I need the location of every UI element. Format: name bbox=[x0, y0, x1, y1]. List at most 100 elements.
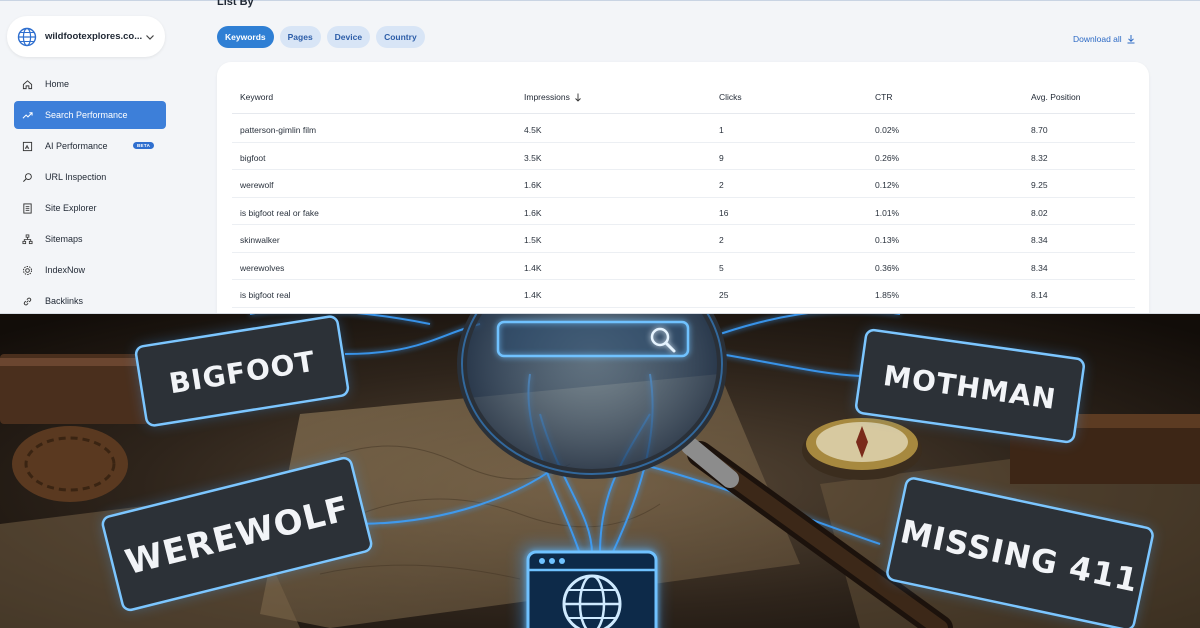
link-icon bbox=[23, 297, 32, 305]
avg-position-cell: 8.32 bbox=[1031, 152, 1048, 163]
keyword-cell: is bigfoot real bbox=[240, 290, 291, 300]
search-console-panel: wildfootexplores.co... Home Search Perfo… bbox=[0, 0, 1200, 314]
table-row[interactable]: is bigfoot real 1.4K 25 1.85% 8.14 bbox=[232, 280, 1135, 308]
clicks-cell: 16 bbox=[719, 207, 729, 218]
avg-position-cell: 8.34 bbox=[1031, 235, 1048, 245]
avg-position-cell: 8.70 bbox=[1031, 125, 1048, 135]
home-icon bbox=[22, 79, 33, 89]
tab-device[interactable]: Device bbox=[326, 26, 371, 48]
browser-globe-icon bbox=[520, 544, 660, 628]
table-row[interactable]: werewolves 1.4K 5 0.36% 8.34 bbox=[232, 253, 1135, 280]
clicks-cell: 2 bbox=[719, 180, 724, 190]
column-label: Avg. Position bbox=[1031, 92, 1081, 102]
sidebar-item-label: Sitemaps bbox=[45, 234, 83, 244]
sidebar-item-sitemaps[interactable]: Sitemaps bbox=[14, 225, 166, 253]
sidebar-item-site-explorer[interactable]: Site Explorer bbox=[14, 194, 166, 222]
ctr-cell: 1.85% bbox=[875, 290, 900, 300]
download-all-button[interactable]: Download all bbox=[1073, 34, 1136, 44]
keyword-cell: werewolves bbox=[240, 262, 285, 273]
column-header-clicks[interactable]: Clicks bbox=[719, 92, 742, 102]
column-header-keyword[interactable]: Keyword bbox=[240, 92, 273, 102]
table-row[interactable]: bigfoot 3.5K 9 0.26% 8.32 bbox=[232, 143, 1135, 170]
sidebar-item-search-performance[interactable]: Search Performance bbox=[14, 101, 166, 129]
sidebar-item-label: Search Performance bbox=[45, 110, 128, 120]
impressions-cell: 1.4K bbox=[524, 290, 542, 300]
keyword-cell: werewolf bbox=[240, 180, 274, 190]
clicks-cell: 1 bbox=[719, 125, 724, 135]
keyword-cell: bigfoot bbox=[240, 152, 266, 163]
impressions-cell: 1.4K bbox=[524, 262, 542, 273]
site-name: wildfootexplores.co... bbox=[45, 31, 143, 42]
column-header-ctr[interactable]: CTR bbox=[875, 92, 892, 102]
avg-position-cell: 9.25 bbox=[1031, 180, 1048, 190]
keyword-cell: patterson-gimlin film bbox=[240, 125, 317, 135]
ctr-cell: 0.12% bbox=[875, 180, 900, 190]
tab-keywords[interactable]: Keywords bbox=[217, 26, 274, 48]
sidebar-item-url-inspection[interactable]: URL Inspection bbox=[14, 163, 166, 191]
sidebar-item-indexnow[interactable]: IndexNow bbox=[14, 256, 166, 284]
impressions-cell: 3.5K bbox=[524, 152, 542, 163]
sidebar-item-ai-performance[interactable]: AI Performance BETA bbox=[14, 132, 166, 160]
cryptid-search-illustration: BIGFOOT MOTHMAN WEREWOLF MISSING 411 bbox=[0, 314, 1200, 628]
column-label: Keyword bbox=[240, 92, 274, 102]
sidebar-item-home[interactable]: Home bbox=[14, 70, 166, 98]
download-icon bbox=[1127, 35, 1135, 44]
sidebar: wildfootexplores.co... Home Search Perfo… bbox=[0, 0, 178, 313]
site-selector[interactable]: wildfootexplores.co... bbox=[7, 16, 165, 57]
ctr-cell: 0.26% bbox=[875, 152, 900, 163]
table-row[interactable]: patterson-gimlin film 4.5K 1 0.02% 8.70 bbox=[232, 115, 1135, 143]
ctr-cell: 1.01% bbox=[875, 207, 900, 218]
sidebar-item-label: URL Inspection bbox=[45, 172, 107, 182]
tab-country[interactable]: Country bbox=[376, 26, 425, 48]
ctr-cell: 0.02% bbox=[875, 125, 900, 135]
sort-down-arrow-icon bbox=[575, 93, 581, 102]
list-by-title: List By bbox=[217, 0, 254, 8]
gear-icon bbox=[22, 265, 33, 275]
table-row[interactable]: skinwalker 1.5K 2 0.13% 8.34 bbox=[232, 225, 1135, 253]
impressions-cell: 1.5K bbox=[524, 235, 542, 245]
impressions-cell: 1.6K bbox=[524, 207, 542, 218]
avg-position-cell: 8.14 bbox=[1031, 290, 1048, 300]
download-all-label: Download all bbox=[1073, 34, 1122, 44]
old-book bbox=[0, 354, 150, 424]
sidebar-item-label: IndexNow bbox=[45, 265, 86, 275]
table-row[interactable]: is bigfoot real or fake 1.6K 16 1.01% 8.… bbox=[232, 198, 1135, 225]
beta-badge: BETA bbox=[133, 142, 155, 149]
column-header-avg-position[interactable]: Avg. Position bbox=[1031, 92, 1080, 102]
globe-icon bbox=[17, 27, 37, 46]
sidebar-item-label: AI Performance bbox=[45, 141, 108, 151]
sidebar-item-backlinks[interactable]: Backlinks bbox=[14, 287, 166, 313]
glowing-search-bar bbox=[496, 320, 690, 358]
column-label: CTR bbox=[875, 92, 893, 102]
keywords-table-card: Keyword Impressions Clicks CTR Avg. Posi… bbox=[217, 62, 1149, 313]
illustration-canvas: BIGFOOT MOTHMAN WEREWOLF MISSING 411 bbox=[0, 314, 1200, 628]
sidebar-item-label: Home bbox=[45, 79, 70, 89]
keyword-cell: is bigfoot real or fake bbox=[240, 207, 319, 218]
document-icon bbox=[23, 202, 32, 214]
sidebar-item-label: Backlinks bbox=[45, 296, 84, 306]
ctr-cell: 0.13% bbox=[875, 235, 900, 245]
impressions-cell: 1.6K bbox=[524, 180, 542, 190]
chevron-down-icon bbox=[146, 34, 154, 40]
trend-icon bbox=[22, 111, 33, 119]
avg-position-cell: 8.34 bbox=[1031, 262, 1048, 273]
table-header: Keyword Impressions Clicks CTR Avg. Posi… bbox=[232, 80, 1135, 114]
sidebar-nav: Home Search Performance AI Performance B… bbox=[14, 70, 166, 313]
table-row[interactable]: werewolf 1.6K 2 0.12% 9.25 bbox=[232, 170, 1135, 198]
clicks-cell: 5 bbox=[719, 262, 724, 273]
pine-cone bbox=[12, 426, 128, 502]
keyword-cell: skinwalker bbox=[240, 235, 280, 245]
ctr-cell: 0.36% bbox=[875, 262, 900, 273]
sitemap-icon bbox=[22, 234, 33, 244]
sidebar-item-label: Site Explorer bbox=[45, 203, 97, 213]
ai-icon bbox=[22, 141, 33, 151]
clicks-cell: 9 bbox=[719, 152, 724, 163]
impressions-cell: 4.5K bbox=[524, 125, 542, 135]
column-label: Clicks bbox=[719, 92, 742, 102]
clicks-cell: 2 bbox=[719, 235, 724, 245]
search-icon bbox=[23, 172, 32, 182]
compass bbox=[802, 418, 922, 480]
list-by-tabs: Keywords Pages Device Country bbox=[217, 26, 425, 48]
column-header-impressions[interactable]: Impressions bbox=[524, 92, 582, 102]
tab-pages[interactable]: Pages bbox=[279, 26, 321, 48]
